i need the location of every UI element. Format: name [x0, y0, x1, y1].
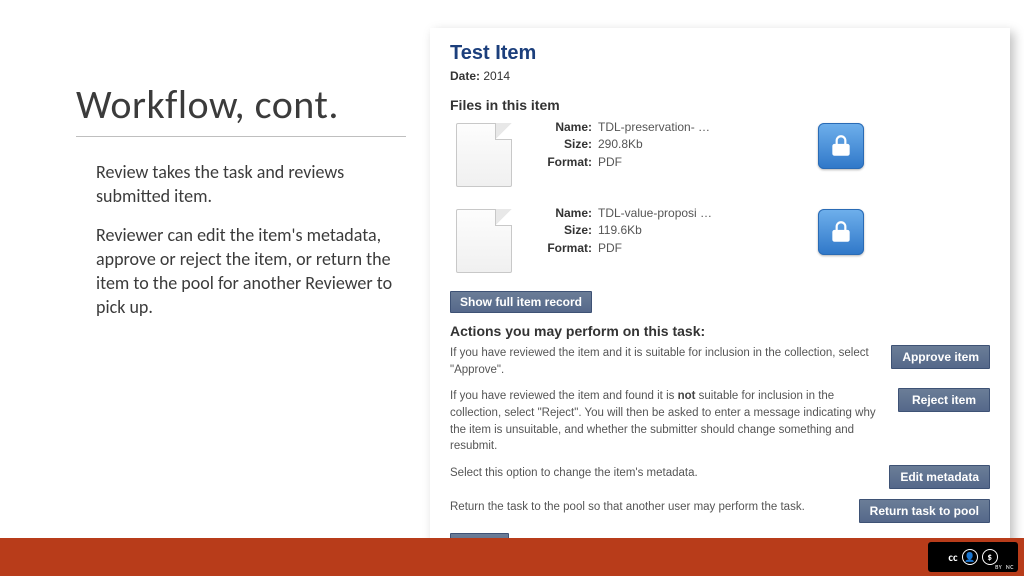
file-format-label: Format:	[540, 240, 592, 257]
body-paragraph-2: Reviewer can edit the item's metadata, a…	[96, 223, 406, 320]
file-icon[interactable]	[456, 123, 512, 187]
file-name-label: Name:	[540, 205, 592, 222]
file-icon[interactable]	[456, 209, 512, 273]
show-full-item-record-button[interactable]: Show full item record	[450, 291, 592, 313]
item-date: Date: 2014	[450, 69, 990, 83]
action-text: Return the task to the pool so that anot…	[450, 499, 847, 516]
file-size-label: Size:	[540, 136, 592, 153]
file-name-label: Name:	[540, 119, 592, 136]
item-title: Test Item	[450, 42, 990, 65]
title-rule	[76, 136, 406, 137]
action-text: If you have reviewed the item and found …	[450, 388, 886, 455]
actions-heading: Actions you may perform on this task:	[450, 323, 990, 339]
file-format: PDF	[598, 154, 622, 171]
action-text: If you have reviewed the item and it is …	[450, 345, 879, 378]
lock-icon[interactable]	[818, 123, 864, 169]
file-format-label: Format:	[540, 154, 592, 171]
bottom-accent-bar	[0, 538, 1024, 576]
cc-license-badge: cc 👤 $ BY NC	[928, 542, 1018, 572]
action-row-edit: Select this option to change the item's …	[450, 465, 990, 489]
files-heading: Files in this item	[450, 97, 990, 113]
item-panel: Test Item Date: 2014 Files in this item …	[430, 28, 1010, 564]
cc-icon: cc	[948, 551, 957, 564]
action-row-reject: If you have reviewed the item and found …	[450, 388, 990, 455]
license-labels: BY NC	[995, 563, 1014, 571]
file-name: TDL-preservation- …	[598, 119, 710, 136]
file-row: Name: TDL-preservation- … Size: 290.8Kb Fo…	[450, 119, 990, 187]
file-meta: Name: TDL-preservation- … Size: 290.8Kb Fo…	[540, 119, 800, 171]
body-paragraph-1: Review takes the task and reviews submit…	[96, 160, 406, 209]
file-size: 290.8Kb	[598, 136, 643, 153]
slide: Workflow, cont. Review takes the task an…	[0, 0, 1024, 576]
by-icon: 👤	[962, 549, 978, 565]
action-row-return: Return the task to the pool so that anot…	[450, 499, 990, 523]
approve-item-button[interactable]: Approve item	[891, 345, 990, 369]
file-size: 119.6Kb	[598, 222, 642, 239]
reject-item-button[interactable]: Reject item	[898, 388, 990, 412]
date-label: Date:	[450, 69, 480, 83]
slide-body: Review takes the task and reviews submit…	[96, 160, 406, 334]
action-text: Select this option to change the item's …	[450, 465, 877, 482]
file-row: Name: TDL-value-proposi … Size: 119.6Kb Fo…	[450, 205, 990, 273]
file-format: PDF	[598, 240, 622, 257]
action-row-approve: If you have reviewed the item and it is …	[450, 345, 990, 378]
slide-title: Workflow, cont.	[76, 80, 339, 129]
file-meta: Name: TDL-value-proposi … Size: 119.6Kb Fo…	[540, 205, 800, 257]
file-name: TDL-value-proposi …	[598, 205, 712, 222]
return-task-to-pool-button[interactable]: Return task to pool	[859, 499, 990, 523]
edit-metadata-button[interactable]: Edit metadata	[889, 465, 990, 489]
file-size-label: Size:	[540, 222, 592, 239]
date-value: 2014	[483, 69, 510, 83]
lock-icon[interactable]	[818, 209, 864, 255]
